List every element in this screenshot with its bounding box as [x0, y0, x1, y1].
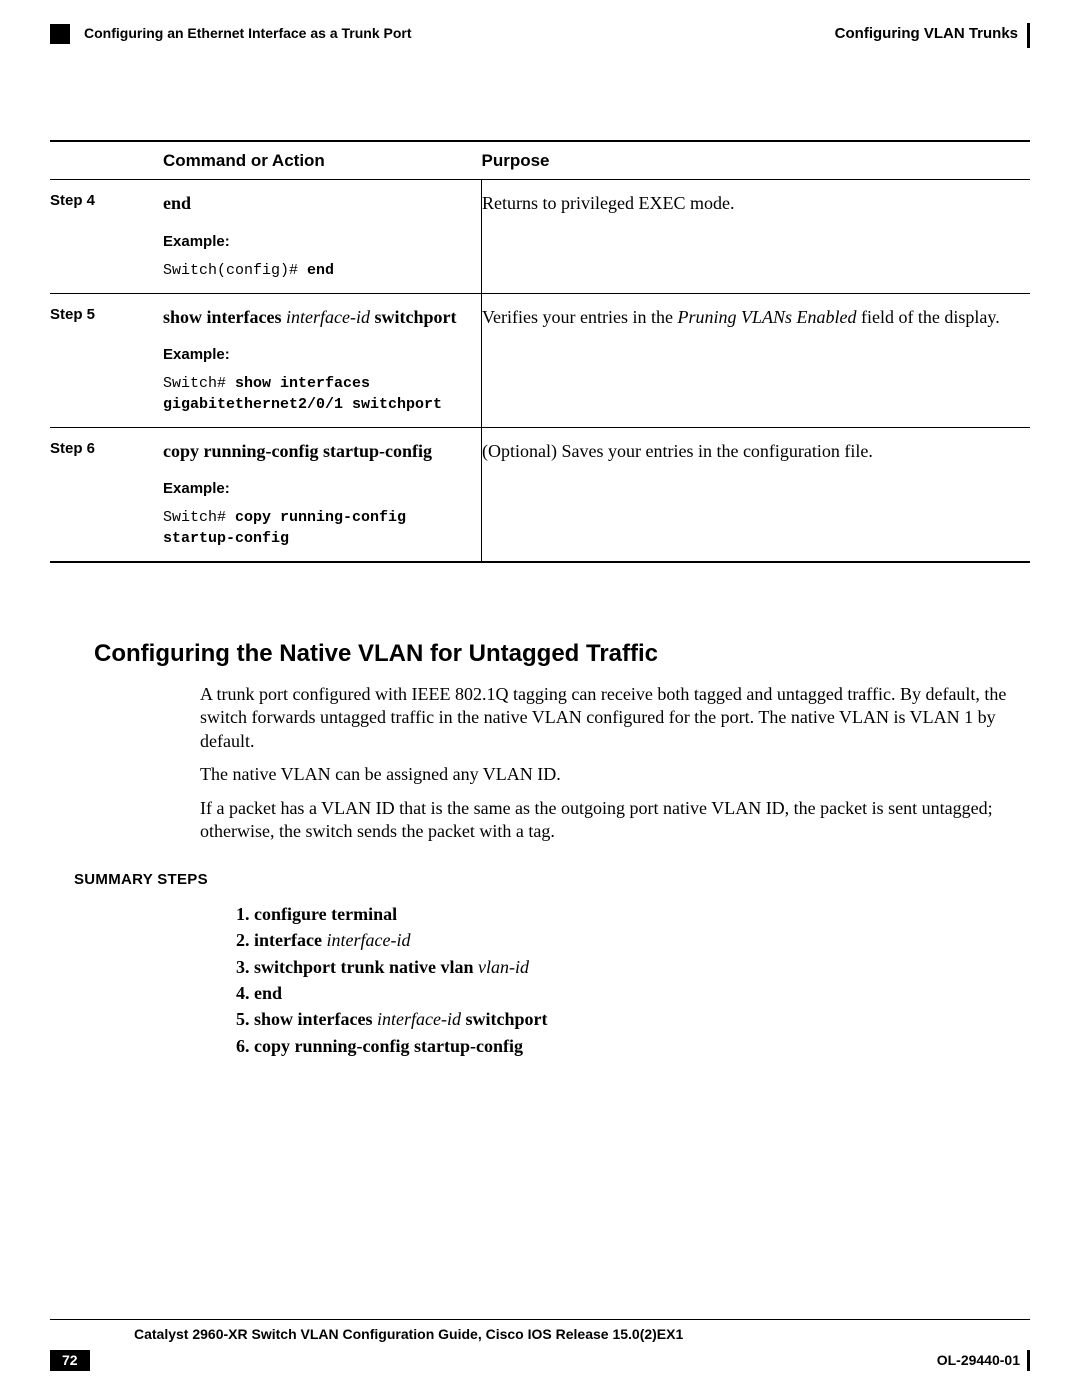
list-item: copy running-config startup-config [254, 1034, 1030, 1058]
example-code: Switch(config)# end [163, 260, 463, 281]
footer-guide-title: Catalyst 2960-XR Switch VLAN Configurati… [134, 1326, 1030, 1344]
header-marker-icon [50, 24, 70, 44]
step-label: Step 5 [50, 293, 163, 427]
purpose-cell: Returns to privileged EXEC mode. [482, 180, 1031, 293]
section-heading: Configuring the Native VLAN for Untagged… [94, 639, 1030, 669]
command-cell: endExample:Switch(config)# end [163, 180, 482, 293]
body-paragraph: The native VLAN can be assigned any VLAN… [200, 763, 1026, 786]
body-paragraph: If a packet has a VLAN ID that is the sa… [200, 797, 1026, 844]
example-label: Example: [163, 233, 463, 252]
command-cell: show interfaces interface-id switchportE… [163, 293, 482, 427]
th-command: Command or Action [163, 141, 482, 180]
body-paragraph: A trunk port configured with IEEE 802.1Q… [200, 683, 1026, 753]
list-item: switchport trunk native vlan vlan-id [254, 955, 1030, 979]
purpose-cell: (Optional) Saves your entries in the con… [482, 427, 1031, 562]
list-item: interface interface-id [254, 928, 1030, 952]
step-label: Step 4 [50, 180, 163, 293]
page-header: Configuring an Ethernet Interface as a T… [50, 24, 1030, 44]
section-body: A trunk port configured with IEEE 802.1Q… [200, 683, 1026, 843]
table-row: Step 4endExample:Switch(config)# endRetu… [50, 180, 1030, 293]
example-code: Switch# copy running-config startup-conf… [163, 507, 463, 549]
header-chapter: Configuring VLAN Trunks [835, 25, 1030, 44]
page-footer: Catalyst 2960-XR Switch VLAN Configurati… [50, 1319, 1030, 1371]
example-label: Example: [163, 480, 463, 499]
th-purpose: Purpose [482, 141, 1031, 180]
footer-page-number: 72 [50, 1350, 90, 1372]
list-item: configure terminal [254, 902, 1030, 926]
example-label: Example: [163, 346, 463, 365]
table-row: Step 6copy running-config startup-config… [50, 427, 1030, 562]
command-table: Command or Action Purpose Step 4endExamp… [50, 140, 1030, 563]
header-subsection: Configuring an Ethernet Interface as a T… [84, 25, 412, 43]
th-step [50, 141, 163, 180]
step-label: Step 6 [50, 427, 163, 562]
summary-steps-label: SUMMARY STEPS [74, 871, 1030, 890]
summary-steps-list: configure terminalinterface interface-id… [230, 902, 1030, 1058]
example-code: Switch# show interfaces gigabitethernet2… [163, 373, 463, 415]
table-row: Step 5show interfaces interface-id switc… [50, 293, 1030, 427]
list-item: end [254, 981, 1030, 1005]
list-item: show interfaces interface-id switchport [254, 1007, 1030, 1031]
footer-doc-number: OL-29440-01 [937, 1352, 1030, 1370]
command-cell: copy running-config startup-configExampl… [163, 427, 482, 562]
purpose-cell: Verifies your entries in the Pruning VLA… [482, 293, 1031, 427]
